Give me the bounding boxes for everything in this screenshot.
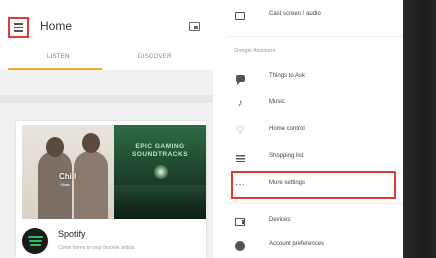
drawer-divider	[226, 203, 403, 204]
list-icon	[234, 152, 246, 164]
playlist-title: Chill	[59, 172, 77, 181]
hamburger-menu-button[interactable]	[8, 17, 29, 38]
artist-head	[82, 133, 100, 153]
app-bar: Home	[0, 0, 213, 50]
music-note-icon: ♪	[237, 98, 243, 109]
artist-head	[46, 137, 64, 157]
drawer-item-label: Things to Ask	[269, 73, 306, 79]
account-icon	[234, 240, 246, 252]
devices-icon	[234, 216, 246, 228]
content-divider-band	[0, 95, 213, 103]
drawer-item-label: Cast screen / audio	[269, 11, 321, 17]
drawer-item-things-to-ask[interactable]: Things to Ask	[226, 66, 403, 90]
drawer-item-account-preferences[interactable]: Account preferences	[226, 234, 403, 258]
cast-icon[interactable]	[189, 22, 200, 31]
drawer-item-label: Music	[269, 99, 285, 105]
screenshot-gap	[213, 0, 226, 258]
menu-line	[14, 30, 23, 32]
stage-light	[154, 165, 168, 179]
cast-screen-icon	[234, 10, 246, 22]
highlight-box	[231, 171, 396, 199]
menu-line	[14, 23, 23, 25]
tab-listen[interactable]: LISTEN	[47, 54, 70, 60]
active-tab-indicator	[8, 68, 102, 70]
playlist-subtitle: Vibes	[60, 182, 70, 187]
service-name: Spotify	[58, 229, 86, 239]
menu-line	[14, 26, 23, 29]
drawer-item-home-control[interactable]: ♡ Home control	[226, 119, 403, 143]
drawer-item-shopping-list[interactable]: Shopping list	[226, 146, 403, 170]
drawer-item-label: Devices	[269, 217, 291, 223]
home-screen: Home LISTEN DISCOVER Chill Vibes EPIC GA…	[0, 0, 213, 258]
service-description: Come home to your favorite artists	[58, 245, 135, 251]
playlist-thumbnail-epic-gaming[interactable]: EPIC GAMING SOUNDTRACKS	[114, 125, 206, 219]
lightbulb-icon: ♡	[235, 125, 245, 136]
drawer-item-label: Account preferences	[269, 241, 325, 247]
music-service-card[interactable]: Chill Vibes EPIC GAMING SOUNDTRACKS Spot…	[16, 121, 206, 258]
playlist-title: EPIC GAMING SOUNDTRACKS	[131, 143, 189, 158]
section-header: Google Assistant	[234, 48, 276, 54]
navigation-drawer: Cast screen / audio Google Assistant Thi…	[226, 0, 403, 258]
drawer-divider	[226, 36, 403, 37]
tab-discover[interactable]: DISCOVER	[138, 54, 172, 60]
spotify-logo-icon	[22, 228, 48, 254]
drawer-item-devices[interactable]: Devices	[226, 210, 403, 234]
page-title: Home	[40, 19, 73, 33]
crowd-silhouette	[114, 185, 206, 219]
drawer-item-label: Home control	[269, 126, 305, 132]
drawer-item-label: Shopping list	[269, 153, 304, 159]
drawer-scrim[interactable]	[403, 0, 436, 258]
drawer-item-music[interactable]: ♪ Music	[226, 92, 403, 116]
artist-figure	[74, 151, 108, 219]
drawer-item-cast-screen[interactable]: Cast screen / audio	[226, 4, 403, 28]
chat-bubble-icon	[234, 72, 246, 85]
navigation-drawer-screen: Cast screen / audio Google Assistant Thi…	[226, 0, 436, 258]
playlist-thumbnail-chill[interactable]: Chill Vibes	[22, 125, 114, 219]
